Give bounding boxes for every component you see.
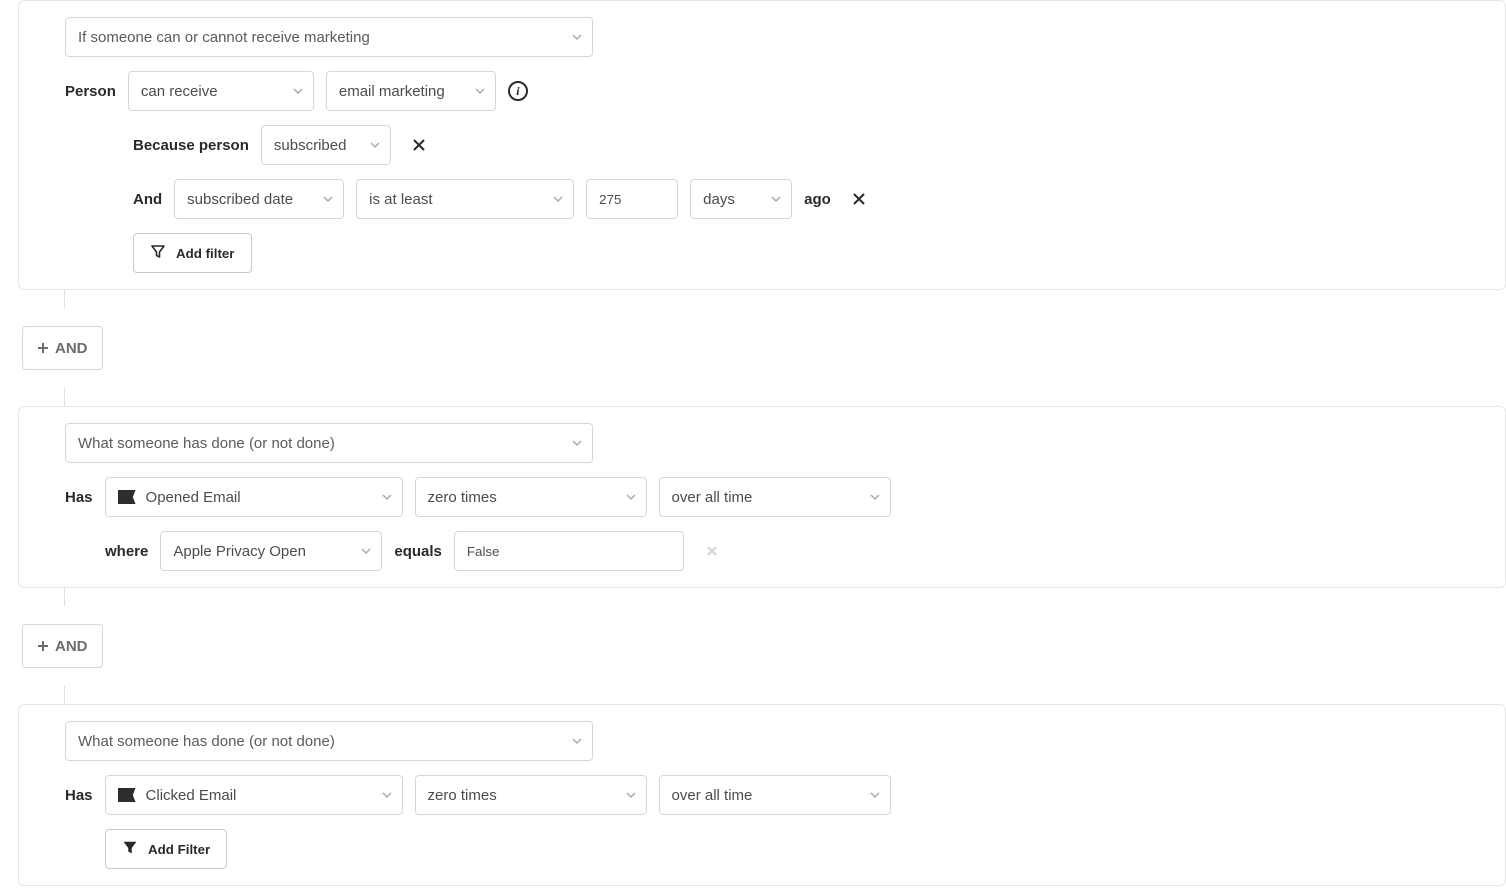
metric-text: Opened Email	[146, 489, 241, 506]
metric-select[interactable]: Clicked Email	[105, 775, 403, 815]
has-label: Has	[65, 787, 93, 804]
unit-select[interactable]: days	[690, 179, 792, 219]
channel-select[interactable]: email marketing	[326, 71, 496, 111]
person-label: Person	[65, 83, 116, 100]
where-field-text: Apple Privacy Open	[173, 543, 306, 560]
remove-date-button[interactable]	[843, 183, 875, 215]
because-select[interactable]: subscribed	[261, 125, 391, 165]
connector-line	[64, 388, 65, 406]
timeframe-text: over all time	[672, 787, 753, 804]
condition-type-text: If someone can or cannot receive marketi…	[78, 29, 370, 46]
condition-type-select[interactable]: What someone has done (or not done)	[65, 423, 593, 463]
and-label: And	[133, 191, 162, 208]
count-select[interactable]: zero times	[415, 775, 647, 815]
chevron-down-icon	[870, 792, 880, 798]
metric-select[interactable]: Opened Email	[105, 477, 403, 517]
add-filter-label: Add filter	[176, 246, 235, 261]
chevron-down-icon	[475, 88, 485, 94]
metric-text: Clicked Email	[146, 787, 237, 804]
and-operator-button[interactable]: AND	[22, 326, 103, 370]
ago-label: ago	[804, 191, 831, 208]
connector-line	[64, 290, 65, 308]
condition-type-text: What someone has done (or not done)	[78, 435, 335, 452]
where-label: where	[105, 543, 148, 560]
operator-text: is at least	[369, 191, 432, 208]
remove-where-button[interactable]	[696, 535, 728, 567]
remove-because-button[interactable]	[403, 129, 435, 161]
flag-icon	[118, 490, 136, 504]
chevron-down-icon	[293, 88, 303, 94]
operator-select[interactable]: is at least	[356, 179, 574, 219]
and-label: AND	[55, 638, 88, 655]
chevron-down-icon	[361, 548, 371, 554]
plus-icon	[37, 342, 49, 354]
chevron-down-icon	[572, 738, 582, 744]
chevron-down-icon	[771, 196, 781, 202]
condition-block-opened: What someone has done (or not done) Has …	[18, 406, 1506, 588]
number-input[interactable]	[586, 179, 678, 219]
where-value-input[interactable]	[454, 531, 684, 571]
plus-icon	[37, 640, 49, 652]
and-operator-button[interactable]: AND	[22, 624, 103, 668]
date-field-select[interactable]: subscribed date	[174, 179, 344, 219]
filter-icon	[150, 244, 166, 263]
count-text: zero times	[428, 787, 497, 804]
add-filter-button[interactable]: Add filter	[133, 233, 252, 273]
segment-builder: If someone can or cannot receive marketi…	[0, 0, 1506, 886]
equals-label: equals	[394, 543, 442, 560]
count-select[interactable]: zero times	[415, 477, 647, 517]
chevron-down-icon	[370, 142, 380, 148]
condition-type-select[interactable]: If someone can or cannot receive marketi…	[65, 17, 593, 57]
chevron-down-icon	[870, 494, 880, 500]
flag-icon	[118, 788, 136, 802]
because-text: subscribed	[274, 137, 347, 154]
connector-line	[64, 588, 65, 606]
chevron-down-icon	[382, 494, 392, 500]
timeframe-select[interactable]: over all time	[659, 477, 891, 517]
can-receive-select[interactable]: can receive	[128, 71, 314, 111]
can-receive-text: can receive	[141, 83, 218, 100]
count-text: zero times	[428, 489, 497, 506]
unit-text: days	[703, 191, 735, 208]
info-icon[interactable]: i	[508, 81, 528, 101]
add-filter-button[interactable]: Add Filter	[105, 829, 227, 869]
condition-block-marketing: If someone can or cannot receive marketi…	[18, 0, 1506, 290]
chevron-down-icon	[572, 440, 582, 446]
connector-line	[64, 686, 65, 704]
chevron-down-icon	[323, 196, 333, 202]
chevron-down-icon	[626, 792, 636, 798]
chevron-down-icon	[382, 792, 392, 798]
chevron-down-icon	[572, 34, 582, 40]
timeframe-text: over all time	[672, 489, 753, 506]
chevron-down-icon	[553, 196, 563, 202]
filter-icon	[122, 840, 138, 859]
condition-type-text: What someone has done (or not done)	[78, 733, 335, 750]
because-label: Because person	[133, 137, 249, 154]
channel-text: email marketing	[339, 83, 445, 100]
has-label: Has	[65, 489, 93, 506]
timeframe-select[interactable]: over all time	[659, 775, 891, 815]
date-field-text: subscribed date	[187, 191, 293, 208]
chevron-down-icon	[626, 494, 636, 500]
and-label: AND	[55, 340, 88, 357]
condition-type-select[interactable]: What someone has done (or not done)	[65, 721, 593, 761]
condition-block-clicked: What someone has done (or not done) Has …	[18, 704, 1506, 886]
add-filter-label: Add Filter	[148, 842, 210, 857]
where-field-select[interactable]: Apple Privacy Open	[160, 531, 382, 571]
